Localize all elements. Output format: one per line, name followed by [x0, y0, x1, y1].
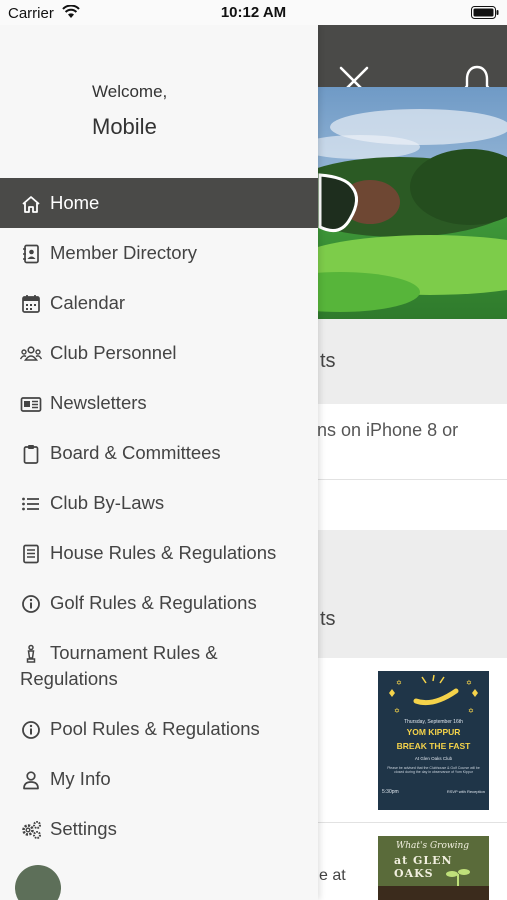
menu-item-pool-rules[interactable]: Pool Rules & Regulations	[0, 704, 318, 754]
svg-text:✡: ✡	[396, 679, 402, 687]
people-icon	[20, 344, 42, 364]
menu-item-label: Home	[50, 192, 100, 213]
menu-item-golf-rules[interactable]: Golf Rules & Regulations	[0, 578, 318, 628]
menu-item-calendar[interactable]: Calendar	[0, 278, 318, 328]
welcome-text: Welcome,	[92, 82, 168, 101]
document-icon	[20, 544, 42, 564]
menu-item-club-personnel[interactable]: Club Personnel	[0, 328, 318, 378]
svg-text:✡: ✡	[468, 707, 474, 715]
user-name: Mobile	[92, 114, 157, 139]
menu-item-home[interactable]: Home	[0, 178, 318, 228]
menu-item-newsletters[interactable]: Newsletters	[0, 378, 318, 428]
shofar-icon: ✡ ✡ ✡ ✡	[389, 674, 478, 715]
menu-item-board-committees[interactable]: Board & Committees	[0, 428, 318, 478]
info-icon	[20, 594, 42, 614]
newspaper-icon	[20, 394, 42, 414]
navigation-drawer: Welcome, Mobile Home Member Directory Ca…	[0, 25, 318, 900]
menu-item-tournament-rules[interactable]: Tournament Rules & Regulations	[0, 628, 318, 704]
sprout-icon	[378, 869, 489, 900]
svg-text:✡: ✡	[466, 679, 472, 687]
calendar-icon	[20, 294, 42, 314]
menu-item-club-by-laws[interactable]: Club By-Laws	[0, 478, 318, 528]
menu-item-my-info[interactable]: My Info	[0, 754, 318, 804]
clock: 10:12 AM	[220, 4, 287, 21]
drawer-menu: Home Member Directory Calendar Club Pers…	[0, 178, 318, 854]
yom-kippur-flyer-thumbnail[interactable]: ✡ ✡ ✡ ✡ Thursday, September 16th YOM KIP…	[378, 671, 489, 810]
status-bar: Carrier 10:12 AM	[0, 0, 507, 25]
list-icon	[20, 494, 42, 514]
gears-icon	[20, 820, 42, 840]
menu-item-house-rules[interactable]: House Rules & Regulations	[0, 528, 318, 578]
svg-text:✡: ✡	[394, 707, 400, 715]
whats-growing-flyer-thumbnail[interactable]: What's Growing at GLEN OAKS	[378, 836, 489, 900]
contact-book-icon	[20, 244, 42, 264]
menu-item-settings[interactable]: Settings	[0, 804, 318, 854]
battery-icon	[471, 6, 499, 19]
menu-item-member-directory[interactable]: Member Directory	[0, 228, 318, 278]
home-icon	[20, 194, 42, 214]
user-icon	[20, 770, 42, 790]
clipboard-icon	[20, 444, 42, 464]
info-icon	[20, 720, 42, 740]
